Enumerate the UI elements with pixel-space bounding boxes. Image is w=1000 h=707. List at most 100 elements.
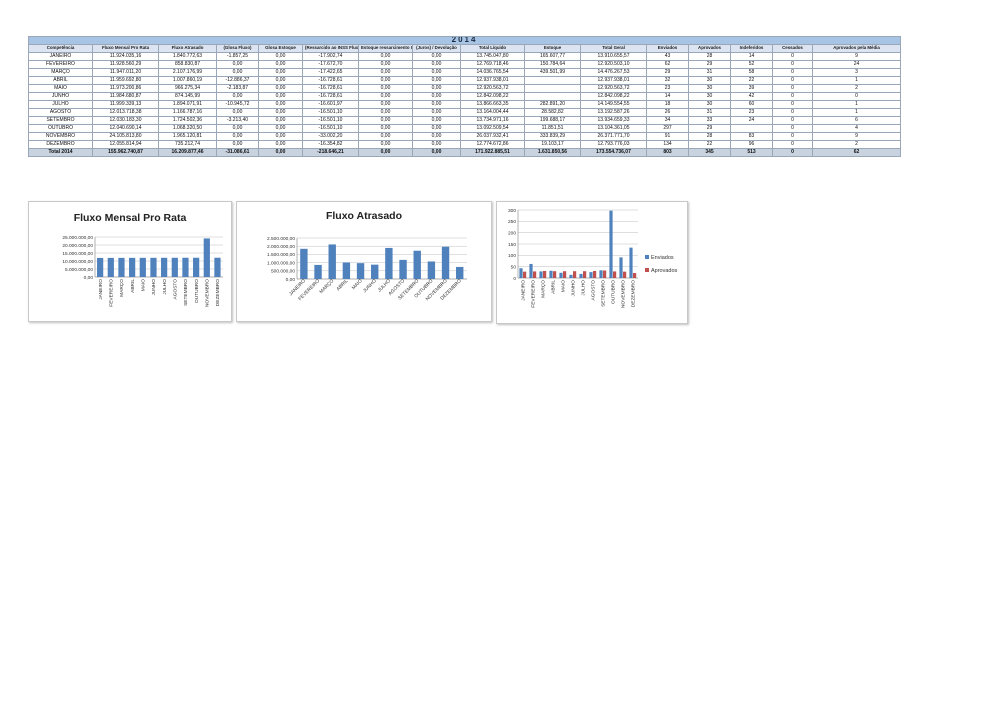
table-cell[interactable]: 12.920.563,72	[460, 84, 525, 93]
month-cell[interactable]: AGOSTO	[28, 108, 93, 117]
table-cell[interactable]: 28	[688, 132, 731, 141]
table-cell[interactable]: 29	[646, 68, 689, 77]
table-cell[interactable]: -2.183,87	[216, 84, 259, 93]
table-cell[interactable]: 13.104.361,05	[580, 124, 647, 133]
table-cell[interactable]: 0,00	[412, 100, 461, 109]
table-cell[interactable]: 0,00	[358, 60, 413, 69]
table-cell[interactable]: 11.973.200,86	[92, 84, 159, 93]
table-cell[interactable]: 3	[811, 68, 902, 77]
month-cell[interactable]: DEZEMBRO	[28, 140, 93, 149]
table-cell[interactable]: 0,00	[216, 92, 259, 101]
table-cell[interactable]: 0	[772, 108, 813, 117]
table-cell[interactable]: 439.501,99	[524, 68, 581, 77]
chart-fluxo-mensal-pro-rata[interactable]: Fluxo Mensal Pro Rata 0,00 5.000.000,00 10.…	[28, 201, 232, 322]
table-cell[interactable]: 23	[730, 108, 773, 117]
table-cell[interactable]: 0,00	[216, 108, 259, 117]
month-cell[interactable]: MAIO	[28, 84, 93, 93]
table-cell[interactable]: 11.851,51	[524, 124, 581, 133]
table-cell[interactable]: 0	[772, 100, 813, 109]
table-cell[interactable]: 12.774.672,86	[460, 140, 525, 149]
table-cell[interactable]: -16.501,10	[302, 124, 359, 133]
table-cell[interactable]: 13.192.587,26	[580, 108, 647, 117]
table-cell[interactable]: 14	[730, 52, 773, 61]
month-cell[interactable]: OUTUBRO	[28, 124, 93, 133]
table-cell[interactable]: 96	[730, 140, 773, 149]
table-cell[interactable]: 91	[646, 132, 689, 141]
table-cell[interactable]: 9	[811, 52, 902, 61]
table-cell[interactable]: 29	[688, 60, 731, 69]
table-cell[interactable]: 150.784,64	[524, 60, 581, 69]
table-cell[interactable]: -3.213,40	[216, 116, 259, 125]
table-cell[interactable]: 0,00	[258, 60, 303, 69]
table-cell[interactable]: 0,00	[358, 116, 413, 125]
table-cell[interactable]: 62	[646, 60, 689, 69]
table-cell[interactable]: 0,00	[216, 124, 259, 133]
table-cell[interactable]: 0,00	[358, 68, 413, 77]
table-cell[interactable]: 0,00	[258, 68, 303, 77]
table-cell[interactable]: 0,00	[216, 60, 259, 69]
table-cell[interactable]: 0	[772, 52, 813, 61]
table-cell[interactable]: 0,00	[412, 52, 461, 61]
total-cell[interactable]: -31.086,61	[216, 148, 259, 157]
table-cell[interactable]: 0,00	[412, 140, 461, 149]
table-cell[interactable]: 12.013.718,38	[92, 108, 159, 117]
table-cell[interactable]: 12.842.098,22	[460, 92, 525, 101]
table-cell[interactable]: -16.354,82	[302, 140, 359, 149]
table-cell[interactable]: 30	[688, 76, 731, 85]
table-cell[interactable]: 13.745.047,80	[460, 52, 525, 61]
total-cell[interactable]: 155.962.740,87	[92, 148, 159, 157]
month-cell[interactable]: JUNHO	[28, 92, 93, 101]
table-cell[interactable]: -10.945,72	[216, 100, 259, 109]
table-cell[interactable]: 12.920.563,72	[580, 84, 647, 93]
table-cell[interactable]: 83	[730, 132, 773, 141]
table-cell[interactable]: 0,00	[358, 124, 413, 133]
table-cell[interactable]: 11.928.560,29	[92, 60, 159, 69]
table-cell[interactable]: 60	[730, 100, 773, 109]
table-cell[interactable]: 13.866.663,35	[460, 100, 525, 109]
table-cell[interactable]: 2	[811, 140, 902, 149]
table-cell[interactable]: 0,00	[358, 108, 413, 117]
table-cell[interactable]: 0,00	[358, 84, 413, 93]
table-cell[interactable]: 6	[811, 116, 902, 125]
total-cell[interactable]: 16.209.877,46	[158, 148, 217, 157]
table-cell[interactable]: 0,00	[412, 124, 461, 133]
table-cell[interactable]: 52	[730, 60, 773, 69]
table-cell[interactable]: 0,00	[258, 116, 303, 125]
table-cell[interactable]: 0	[772, 60, 813, 69]
table-cell[interactable]: 9	[811, 132, 902, 141]
table-cell[interactable]: 0,00	[258, 132, 303, 141]
table-cell[interactable]: 1.965.120,81	[158, 132, 217, 141]
table-cell[interactable]: 282.891,20	[524, 100, 581, 109]
table-cell[interactable]: -16.728,61	[302, 84, 359, 93]
table-cell[interactable]: 32	[646, 76, 689, 85]
table-cell[interactable]: 11.959.692,80	[92, 76, 159, 85]
table-cell[interactable]: 0	[772, 76, 813, 85]
table-cell[interactable]: 11.947.011,20	[92, 68, 159, 77]
table-cell[interactable]: 22	[688, 140, 731, 149]
total-cell[interactable]: -218.646,21	[302, 148, 359, 157]
table-cell[interactable]: 12.937.938,01	[460, 76, 525, 85]
table-cell[interactable]	[524, 92, 581, 101]
table-cell[interactable]: 0,00	[412, 92, 461, 101]
table-cell[interactable]: 0	[772, 84, 813, 93]
table-cell[interactable]: 333.839,29	[524, 132, 581, 141]
table-cell[interactable]: 874.145,99	[158, 92, 217, 101]
table-cell[interactable]: 0,00	[412, 132, 461, 141]
table-cell[interactable]: 22	[730, 76, 773, 85]
table-cell[interactable]: 26	[646, 108, 689, 117]
table-cell[interactable]: 23	[646, 84, 689, 93]
total-cell[interactable]: 173.554.736,07	[580, 148, 647, 157]
table-cell[interactable]: 0	[772, 92, 813, 101]
table-cell[interactable]: 0,00	[258, 84, 303, 93]
table-cell[interactable]: 12.937.938,01	[580, 76, 647, 85]
table-cell[interactable]: 1.724.502,36	[158, 116, 217, 125]
table-cell[interactable]: 0,00	[258, 92, 303, 101]
table-cell[interactable]: 1.166.787,16	[158, 108, 217, 117]
table-cell[interactable]: 0,00	[412, 60, 461, 69]
table-cell[interactable]: 11.984.680,87	[92, 92, 159, 101]
total-cell[interactable]: 0	[772, 148, 813, 157]
table-cell[interactable]: 0	[772, 124, 813, 133]
table-cell[interactable]: 0,00	[412, 76, 461, 85]
table-cell[interactable]: -33.002,20	[302, 132, 359, 141]
table-cell[interactable]: 14.476.267,53	[580, 68, 647, 77]
